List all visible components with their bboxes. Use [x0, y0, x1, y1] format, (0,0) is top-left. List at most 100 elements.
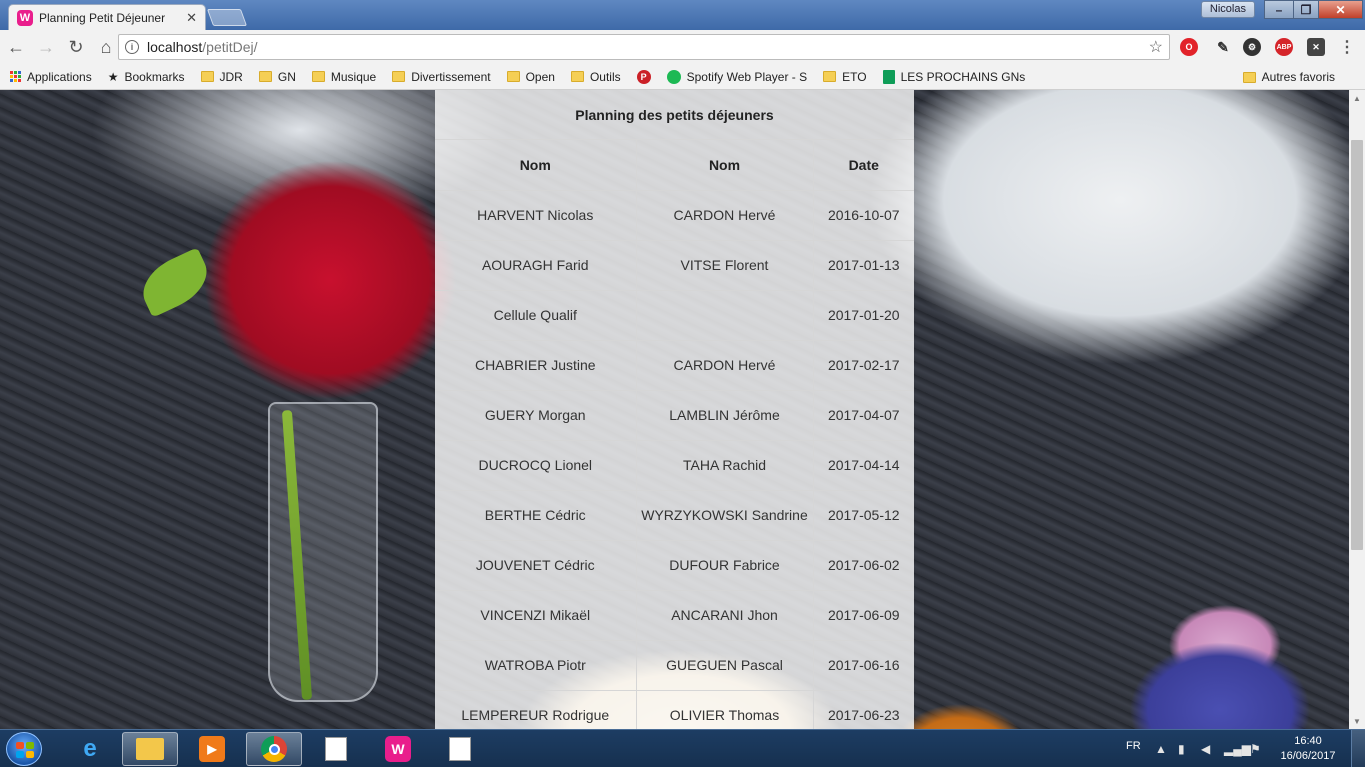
- language-indicator[interactable]: FR: [1126, 740, 1141, 752]
- action-center-flag-icon[interactable]: ⚑: [1250, 742, 1261, 756]
- taskbar-app-window-2[interactable]: [432, 732, 488, 766]
- bookmark-star-icon[interactable]: ☆: [1149, 37, 1163, 57]
- bookmark-pinterest[interactable]: P: [636, 69, 651, 84]
- header-date: Date: [812, 140, 914, 191]
- settings-extension-icon[interactable]: ⚙: [1243, 38, 1261, 56]
- show-desktop-button[interactable]: [1351, 730, 1365, 767]
- cell-date: 2017-02-17: [812, 339, 914, 391]
- scroll-up-arrow-icon[interactable]: ▲: [1349, 90, 1365, 106]
- folder-icon: [311, 71, 325, 82]
- volume-icon[interactable]: ◀: [1201, 742, 1210, 756]
- bookmark-gn[interactable]: GN: [258, 70, 296, 84]
- cell-person-2: ANCARANI Jhon: [635, 589, 814, 641]
- table-row: BERTHE Cédric WYRZYKOWSKI Sandrine 2017-05…: [435, 489, 914, 541]
- cell-date: 2017-06-23: [812, 689, 914, 729]
- close-window-button[interactable]: ✕: [1318, 0, 1363, 19]
- bookmark-prochains-gns[interactable]: LES PROCHAINS GNs: [882, 69, 1025, 84]
- folder-icon: [506, 71, 520, 82]
- table-row: GUERY Morgan LAMBLIN Jérôme 2017-04-07: [435, 389, 914, 441]
- cell-person-2: TAHA Rachid: [635, 439, 814, 491]
- bookmark-other-favorites[interactable]: Autres favoris: [1242, 70, 1335, 84]
- spotify-icon: [666, 69, 681, 84]
- profile-button[interactable]: Nicolas: [1200, 1, 1255, 18]
- tab-planning[interactable]: W Planning Petit Déjeuner ✕: [8, 4, 206, 30]
- reload-icon[interactable]: ↻: [62, 33, 90, 61]
- tab-title: Planning Petit Déjeuner: [39, 10, 166, 25]
- adblock-extension-icon[interactable]: ABP: [1275, 38, 1293, 56]
- folder-icon: [823, 71, 837, 82]
- taskbar-internet-explorer[interactable]: e: [62, 732, 118, 766]
- cell-person-2: LAMBLIN Jérôme: [635, 389, 814, 441]
- page-viewport: Planning des petits déjeuners Nom Nom Da…: [0, 90, 1349, 729]
- system-clock[interactable]: 16:40 16/06/2017: [1276, 734, 1340, 764]
- taskbar-app-window-1[interactable]: [308, 732, 364, 766]
- maximize-button[interactable]: ❐: [1293, 0, 1319, 19]
- scroll-down-arrow-icon[interactable]: ▼: [1349, 713, 1365, 729]
- taskbar-file-explorer[interactable]: [122, 732, 178, 766]
- bookmark-bookmarks[interactable]: ★ Bookmarks: [108, 70, 185, 84]
- bookmark-open[interactable]: Open: [506, 70, 555, 84]
- back-arrow-icon[interactable]: ←: [2, 33, 30, 61]
- media-player-icon: ▶: [199, 736, 225, 762]
- network-icon[interactable]: ▂▄▆: [1224, 742, 1251, 756]
- wamp-icon: W: [385, 736, 411, 762]
- bookmark-divertissement[interactable]: Divertissement: [392, 70, 491, 84]
- vertical-scrollbar[interactable]: ▲ ▼: [1349, 90, 1365, 729]
- bookmark-musique[interactable]: Musique: [311, 70, 376, 84]
- taskbar-chrome[interactable]: [246, 732, 302, 766]
- bookmark-applications[interactable]: Applications: [10, 70, 92, 84]
- cell-person-1: DUCROCQ Lionel: [435, 439, 637, 491]
- background-leaf-decoration: [133, 247, 217, 318]
- forward-arrow-icon[interactable]: →: [32, 33, 60, 61]
- bookmarks-bar: Applications ★ Bookmarks JDR GN Musique …: [0, 64, 1365, 90]
- browser-toolbar: ← → ↻ ⌂ i localhost /petitDej/ ☆ O ✎ ⚙ A…: [0, 30, 1365, 64]
- eyedropper-extension-icon[interactable]: ✎: [1214, 38, 1232, 56]
- x-extension-icon[interactable]: ✕: [1307, 38, 1325, 56]
- windows-logo-icon: [16, 742, 34, 758]
- new-tab-button[interactable]: [206, 9, 248, 26]
- start-button[interactable]: [6, 732, 42, 766]
- cell-person-2: DUFOUR Fabrice: [635, 539, 814, 591]
- cell-person-2: OLIVIER Thomas: [635, 689, 814, 729]
- usb-device-icon[interactable]: ▮: [1178, 742, 1185, 756]
- clock-date: 16/06/2017: [1280, 750, 1336, 762]
- cell-person-1: WATROBA Piotr: [435, 639, 637, 691]
- opera-extension-icon[interactable]: O: [1180, 38, 1198, 56]
- tray-expand-icon[interactable]: ▲: [1155, 742, 1167, 756]
- apps-grid-icon: [10, 71, 21, 82]
- bookmark-outils[interactable]: Outils: [570, 70, 621, 84]
- planning-panel: Planning des petits déjeuners Nom Nom Da…: [435, 90, 914, 729]
- table-row: CHABRIER Justine CARDON Hervé 2017-02-17: [435, 339, 914, 391]
- clock-time: 16:40: [1294, 735, 1322, 747]
- cell-person-1: LEMPEREUR Rodrigue: [435, 689, 637, 729]
- cell-person-2: CARDON Hervé: [635, 339, 814, 391]
- app-window-icon: [449, 737, 471, 761]
- minimize-button[interactable]: –: [1264, 0, 1294, 19]
- bookmark-eto[interactable]: ETO: [823, 70, 867, 84]
- cell-date: 2017-01-13: [812, 239, 914, 291]
- table-row: Cellule Qualif 2017-01-20: [435, 289, 914, 341]
- star-icon: ★: [107, 69, 119, 84]
- tab-close-icon[interactable]: ✕: [186, 10, 197, 26]
- planning-caption: Planning des petits déjeuners: [435, 90, 914, 140]
- taskbar-media-player[interactable]: ▶: [184, 732, 240, 766]
- bookmark-spotify[interactable]: Spotify Web Player - S: [666, 69, 807, 84]
- home-icon[interactable]: ⌂: [92, 33, 120, 61]
- windows-taskbar: e ▶ W FR ▲ ▮ ◀ ▂▄▆ ⚑ 16:40 16/06/2017: [0, 729, 1365, 767]
- taskbar-wamp[interactable]: W: [370, 732, 426, 766]
- cell-date: 2017-06-09: [812, 589, 914, 641]
- cell-date: 2017-04-07: [812, 389, 914, 441]
- header-nom-2: Nom: [635, 140, 814, 191]
- scrollbar-thumb[interactable]: [1351, 140, 1363, 550]
- menu-kebab-icon[interactable]: ⋮: [1338, 38, 1356, 56]
- bookmark-jdr[interactable]: JDR: [200, 70, 243, 84]
- cell-person-2: [635, 289, 814, 341]
- cell-date: 2017-01-20: [812, 289, 914, 341]
- address-bar[interactable]: i localhost /petitDej/ ☆: [118, 34, 1170, 60]
- app-window-icon: [325, 737, 347, 761]
- wamp-favicon-icon: W: [17, 9, 33, 26]
- cell-date: 2017-06-02: [812, 539, 914, 591]
- site-info-icon[interactable]: i: [125, 40, 139, 54]
- url-path: /petitDej/: [202, 39, 258, 55]
- cell-date: 2017-05-12: [812, 489, 914, 541]
